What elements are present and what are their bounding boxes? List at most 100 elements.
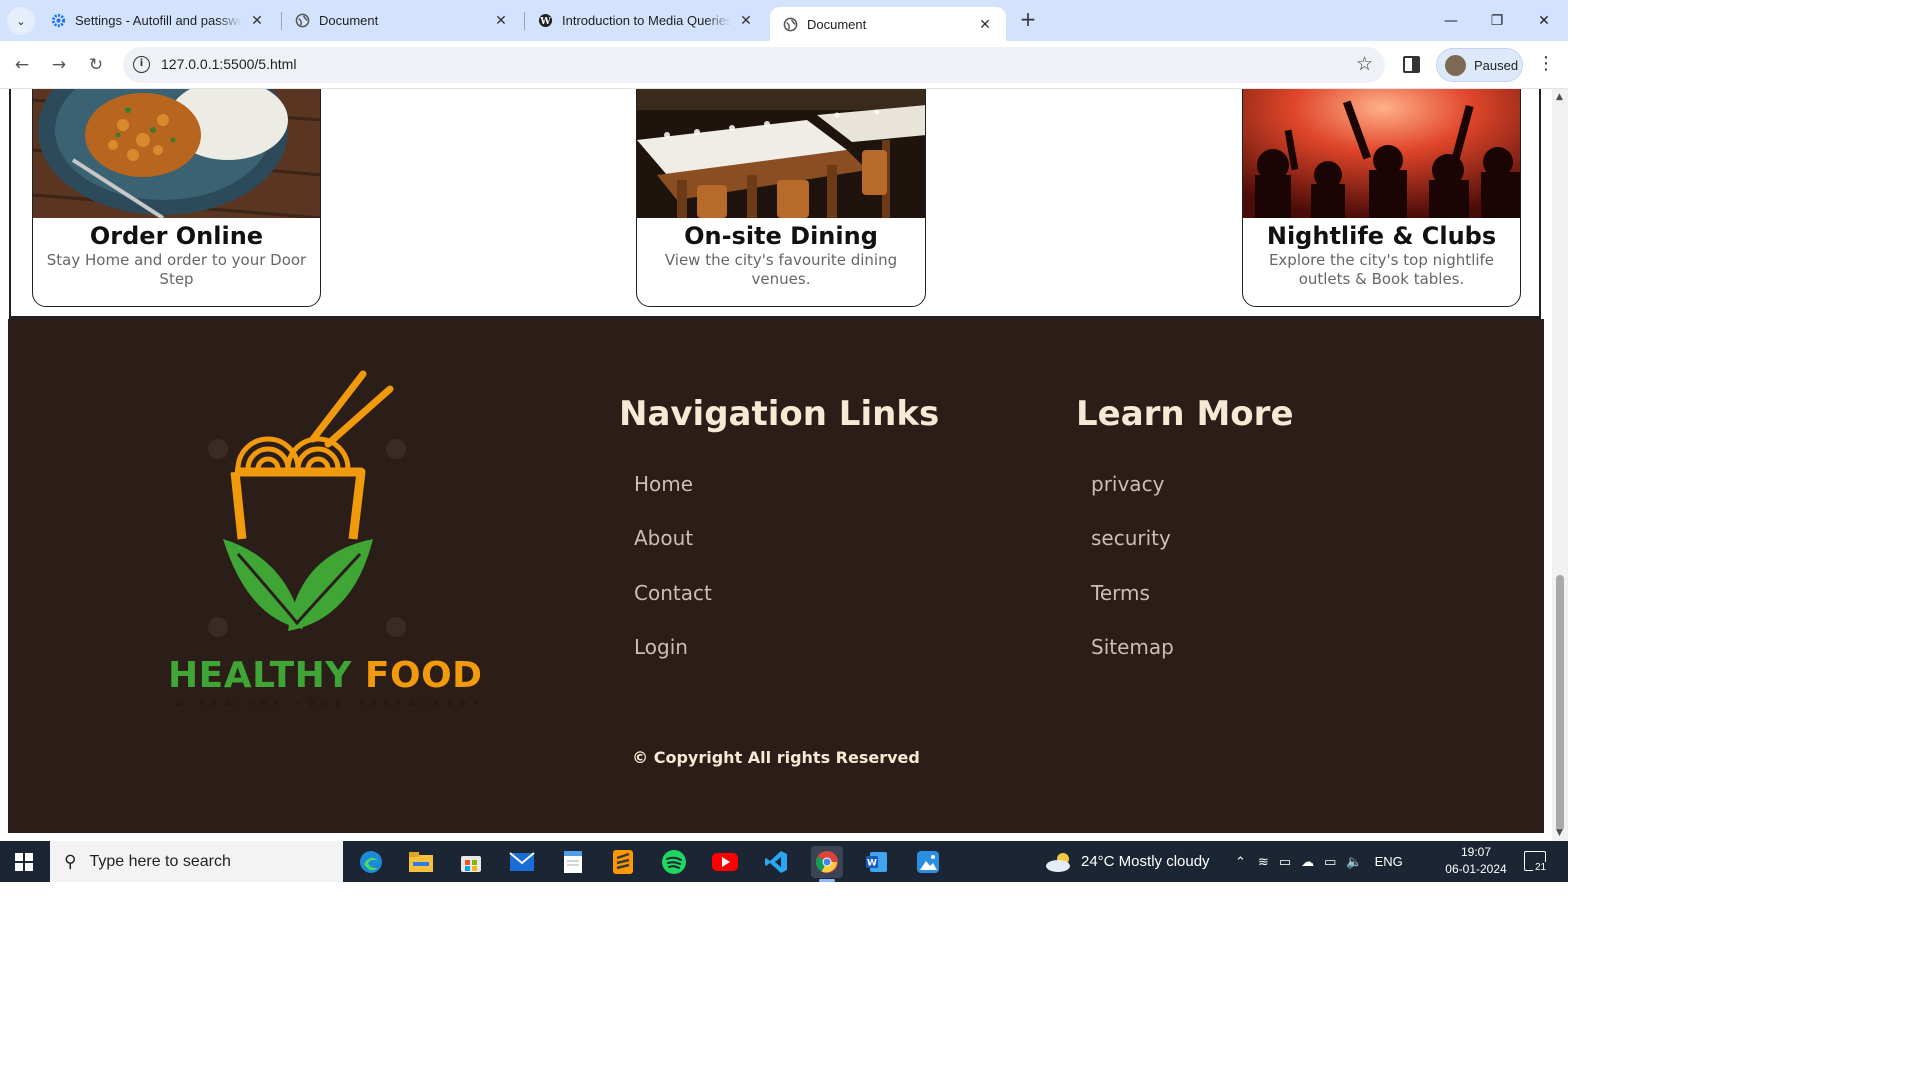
chevron-up-icon[interactable]: ⌃ xyxy=(1235,854,1246,870)
browser-tabstrip: ⌄ Settings - Autofill and passwords ✕ Do… xyxy=(0,0,1568,41)
site-footer: HEALTHY FOOD A HEALTHY FOOD RESTAURANT N… xyxy=(8,319,1544,833)
chrome-icon[interactable] xyxy=(811,846,843,882)
tab-search-button[interactable]: ⌄ xyxy=(7,7,35,35)
close-icon[interactable]: ✕ xyxy=(976,16,994,33)
footer-link-privacy[interactable]: privacy xyxy=(1091,472,1164,496)
avatar xyxy=(1445,54,1466,76)
reload-button[interactable]: ↻ xyxy=(84,53,108,77)
card-description: Explore the city's top nightlife outlets… xyxy=(1268,251,1495,288)
speaker-icon[interactable]: 🔈 xyxy=(1346,854,1362,870)
info-icon[interactable]: i xyxy=(133,56,150,73)
notification-count: 21 xyxy=(1533,862,1549,873)
meet-icon[interactable]: ▭ xyxy=(1279,854,1291,870)
scroll-up-arrow-icon[interactable]: ▲ xyxy=(1556,92,1563,102)
edge-icon[interactable] xyxy=(355,846,387,878)
language-indicator[interactable]: ENG xyxy=(1375,854,1403,869)
youtube-icon[interactable] xyxy=(709,846,741,878)
services-section: Order Online Stay Home and order to your… xyxy=(9,89,1541,319)
card-order-online[interactable]: Order Online Stay Home and order to your… xyxy=(32,89,321,307)
tab-title: Document xyxy=(319,13,379,28)
file-explorer-icon[interactable] xyxy=(405,846,437,878)
cloudy-weather-icon xyxy=(1046,852,1070,872)
footer-link-terms[interactable]: Terms xyxy=(1091,581,1150,605)
card-title: On-site Dining xyxy=(684,222,878,250)
close-icon[interactable]: ✕ xyxy=(492,12,510,29)
side-panel-icon[interactable] xyxy=(1403,56,1420,73)
globe-icon xyxy=(782,16,798,32)
word-icon[interactable]: W xyxy=(861,846,893,878)
forward-button[interactable]: → xyxy=(47,53,71,77)
notepad-icon[interactable] xyxy=(557,846,589,878)
sublime-text-icon[interactable] xyxy=(607,846,639,878)
gear-icon xyxy=(50,13,66,29)
system-tray[interactable]: ⌃ ≋ ▭ ☁ ▭ 🔈 ENG xyxy=(1235,841,1403,882)
scrollbar-thumb[interactable] xyxy=(1556,575,1564,831)
new-tab-button[interactable]: + xyxy=(1016,8,1040,32)
restore-button[interactable]: ❐ xyxy=(1474,0,1520,41)
taskbar-clock[interactable]: 19:07 06-01-2024 xyxy=(1440,844,1512,878)
footer-link-security[interactable]: security xyxy=(1091,526,1171,550)
close-icon[interactable]: ✕ xyxy=(248,12,266,29)
search-placeholder: Type here to search xyxy=(89,852,231,870)
store-icon[interactable] xyxy=(455,846,487,878)
clock-time: 19:07 xyxy=(1460,845,1492,859)
profile-status: Paused xyxy=(1474,57,1519,73)
photos-icon[interactable] xyxy=(912,846,944,878)
vscode-icon[interactable] xyxy=(760,846,792,878)
onedrive-icon[interactable]: ☁ xyxy=(1301,854,1314,870)
card-description: View the city's favourite dining venues. xyxy=(664,251,898,288)
more-menu-icon[interactable]: ⋮ xyxy=(1537,53,1555,74)
wordpress-icon: W xyxy=(537,13,553,29)
url-text: 127.0.0.1:5500/5.html xyxy=(161,56,297,72)
globe-icon xyxy=(294,13,310,29)
tab-settings[interactable]: Settings - Autofill and passwords ✕ xyxy=(38,0,278,41)
tab-media-queries[interactable]: W Introduction to Media Queries - ✕ xyxy=(525,0,767,41)
card-title: Nightlife & Clubs xyxy=(1266,222,1497,250)
close-icon[interactable]: ✕ xyxy=(737,12,755,29)
footer-link-about[interactable]: About xyxy=(634,526,693,550)
footer-link-sitemap[interactable]: Sitemap xyxy=(1091,635,1174,659)
footer-link-login[interactable]: Login xyxy=(634,635,688,659)
svg-text:W: W xyxy=(539,16,551,27)
nightclub-image xyxy=(1243,89,1520,218)
svg-text:W: W xyxy=(867,859,877,869)
restaurant-image xyxy=(637,89,925,218)
mail-icon[interactable] xyxy=(506,846,538,878)
spotify-icon[interactable] xyxy=(658,846,690,878)
back-button[interactable]: ← xyxy=(10,53,34,77)
weather-text: 24°C Mostly cloudy xyxy=(1081,853,1210,870)
bookmark-star-icon[interactable]: ☆ xyxy=(1356,53,1373,75)
taskbar-search-box[interactable]: ⚲ Type here to search xyxy=(50,841,343,882)
logo-tagline: A HEALTHY FOOD RESTAURANT xyxy=(176,700,486,708)
learn-more-heading: Learn More xyxy=(1076,394,1294,434)
battery-icon[interactable]: ▭ xyxy=(1324,854,1336,870)
browser-toolbar: ← → ↻ i 127.0.0.1:5500/5.html ☆ Paused ⋮ xyxy=(0,41,1568,89)
nav-links-heading: Navigation Links xyxy=(619,394,940,434)
card-onsite-dining[interactable]: On-site Dining View the city's favourite… xyxy=(636,89,926,307)
windows-taskbar: ⚲ Type here to search W 24°C Mostly clou… xyxy=(0,841,1568,882)
logo-word-food: FOOD xyxy=(364,655,483,696)
tab-title: Settings - Autofill and passwords xyxy=(75,13,242,28)
tab-document-1[interactable]: Document ✕ xyxy=(282,0,522,41)
active-indicator xyxy=(819,879,835,882)
close-window-button[interactable]: ✕ xyxy=(1521,0,1567,41)
windows-start-icon[interactable] xyxy=(15,853,33,871)
page-viewport: Order Online Stay Home and order to your… xyxy=(0,89,1552,841)
scroll-down-arrow-icon[interactable]: ▼ xyxy=(1556,828,1563,838)
profile-button[interactable]: Paused xyxy=(1436,48,1523,82)
footer-link-contact[interactable]: Contact xyxy=(634,581,712,605)
tab-document-active[interactable]: Document ✕ xyxy=(770,7,1006,41)
card-nightlife[interactable]: Nightlife & Clubs Explore the city's top… xyxy=(1242,89,1521,307)
copyright-text: © Copyright All rights Reserved xyxy=(632,748,920,767)
address-bar[interactable]: i 127.0.0.1:5500/5.html ☆ xyxy=(123,47,1385,83)
weather-widget[interactable]: 24°C Mostly cloudy xyxy=(1045,841,1210,882)
footer-link-home[interactable]: Home xyxy=(634,472,693,496)
clock-date: 06-01-2024 xyxy=(1445,862,1507,876)
card-description: Stay Home and order to your Door Step xyxy=(46,251,307,288)
food-plate-image xyxy=(33,89,320,218)
page-scrollbar[interactable]: ▲ ▼ xyxy=(1552,89,1568,841)
minimize-button[interactable]: — xyxy=(1428,0,1474,41)
network-icon[interactable]: ≋ xyxy=(1258,854,1269,870)
search-icon: ⚲ xyxy=(64,851,77,871)
logo-wordmark: HEALTHY FOOD xyxy=(168,655,483,696)
